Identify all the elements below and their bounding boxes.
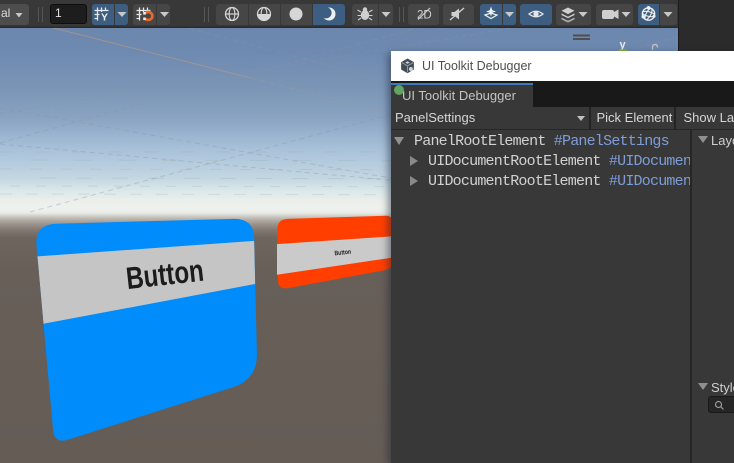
svg-text:Y: Y <box>101 12 108 24</box>
svg-text:2D: 2D <box>417 10 432 22</box>
svg-text:y: y <box>619 39 626 51</box>
